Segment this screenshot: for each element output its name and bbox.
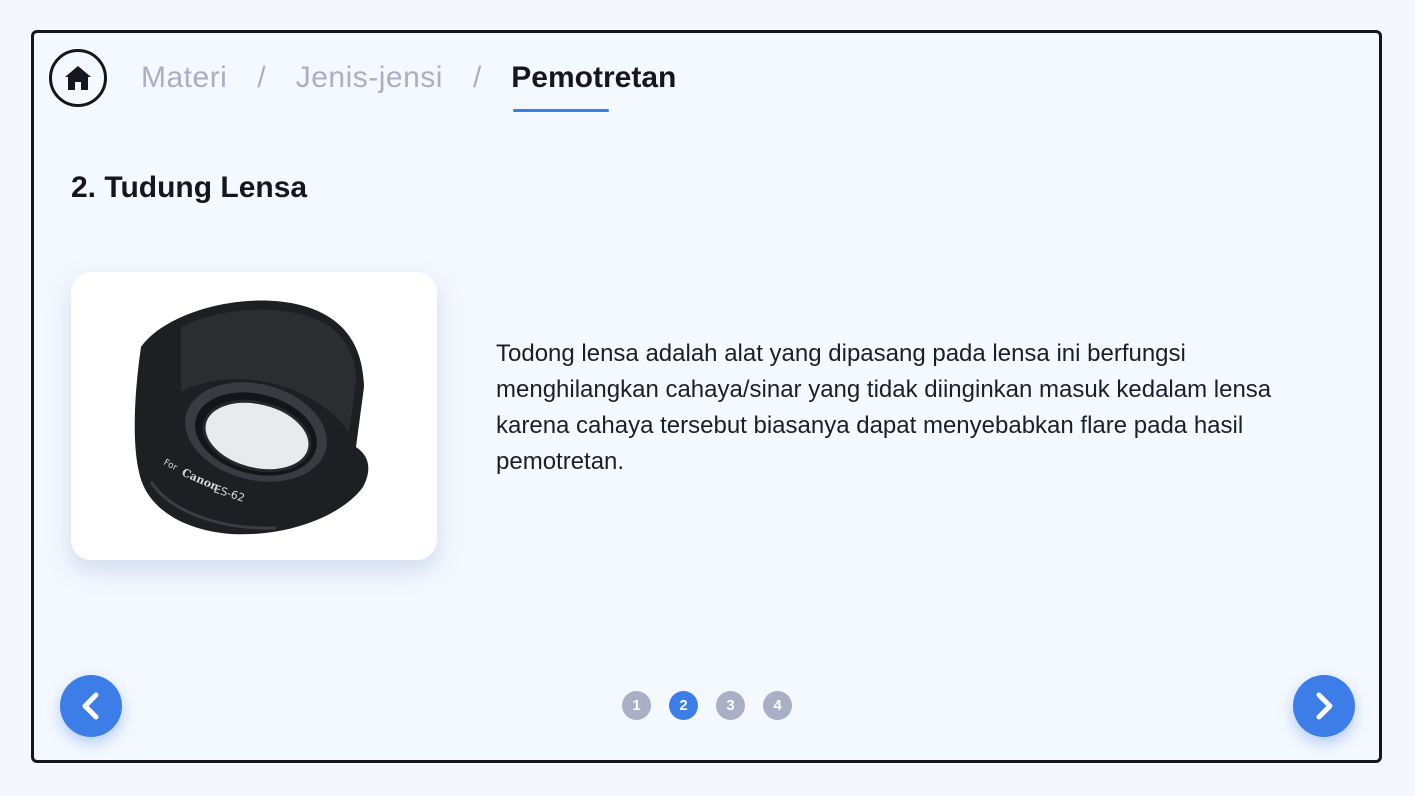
breadcrumb: Materi / Jenis-jensi / Pemotretan: [141, 61, 677, 112]
next-button[interactable]: [1293, 675, 1355, 737]
breadcrumb-item-jenis[interactable]: Jenis-jensi: [296, 61, 443, 95]
breadcrumb-current: Pemotretan: [511, 61, 677, 112]
breadcrumb-item-materi[interactable]: Materi: [141, 61, 227, 95]
home-button[interactable]: [49, 49, 107, 107]
page-dot-3[interactable]: 3: [716, 691, 745, 720]
breadcrumb-separator: /: [472, 61, 482, 94]
active-underline: [513, 109, 610, 112]
breadcrumb-separator: /: [257, 61, 266, 94]
home-icon: [65, 66, 91, 90]
lens-hood-image: For Canon ES-62: [134, 300, 369, 535]
page-dot-4[interactable]: 4: [763, 691, 792, 720]
chevron-left-icon: [82, 692, 99, 720]
breadcrumb-current-label: Pemotretan: [511, 61, 677, 94]
pagination: 1 2 3 4: [622, 691, 792, 720]
section-description: Todong lensa adalah alat yang dipasang p…: [496, 340, 1272, 475]
slide-frame: Materi / Jenis-jensi / Pemotretan 2. Tud…: [31, 30, 1382, 763]
prev-button[interactable]: [60, 675, 122, 737]
image-card: For Canon ES-62: [71, 272, 437, 560]
page-dot-1[interactable]: 1: [622, 691, 651, 720]
chevron-right-icon: [1316, 692, 1333, 720]
section-title: 2. Tudung Lensa: [71, 171, 308, 204]
page-dot-2[interactable]: 2: [669, 691, 698, 720]
